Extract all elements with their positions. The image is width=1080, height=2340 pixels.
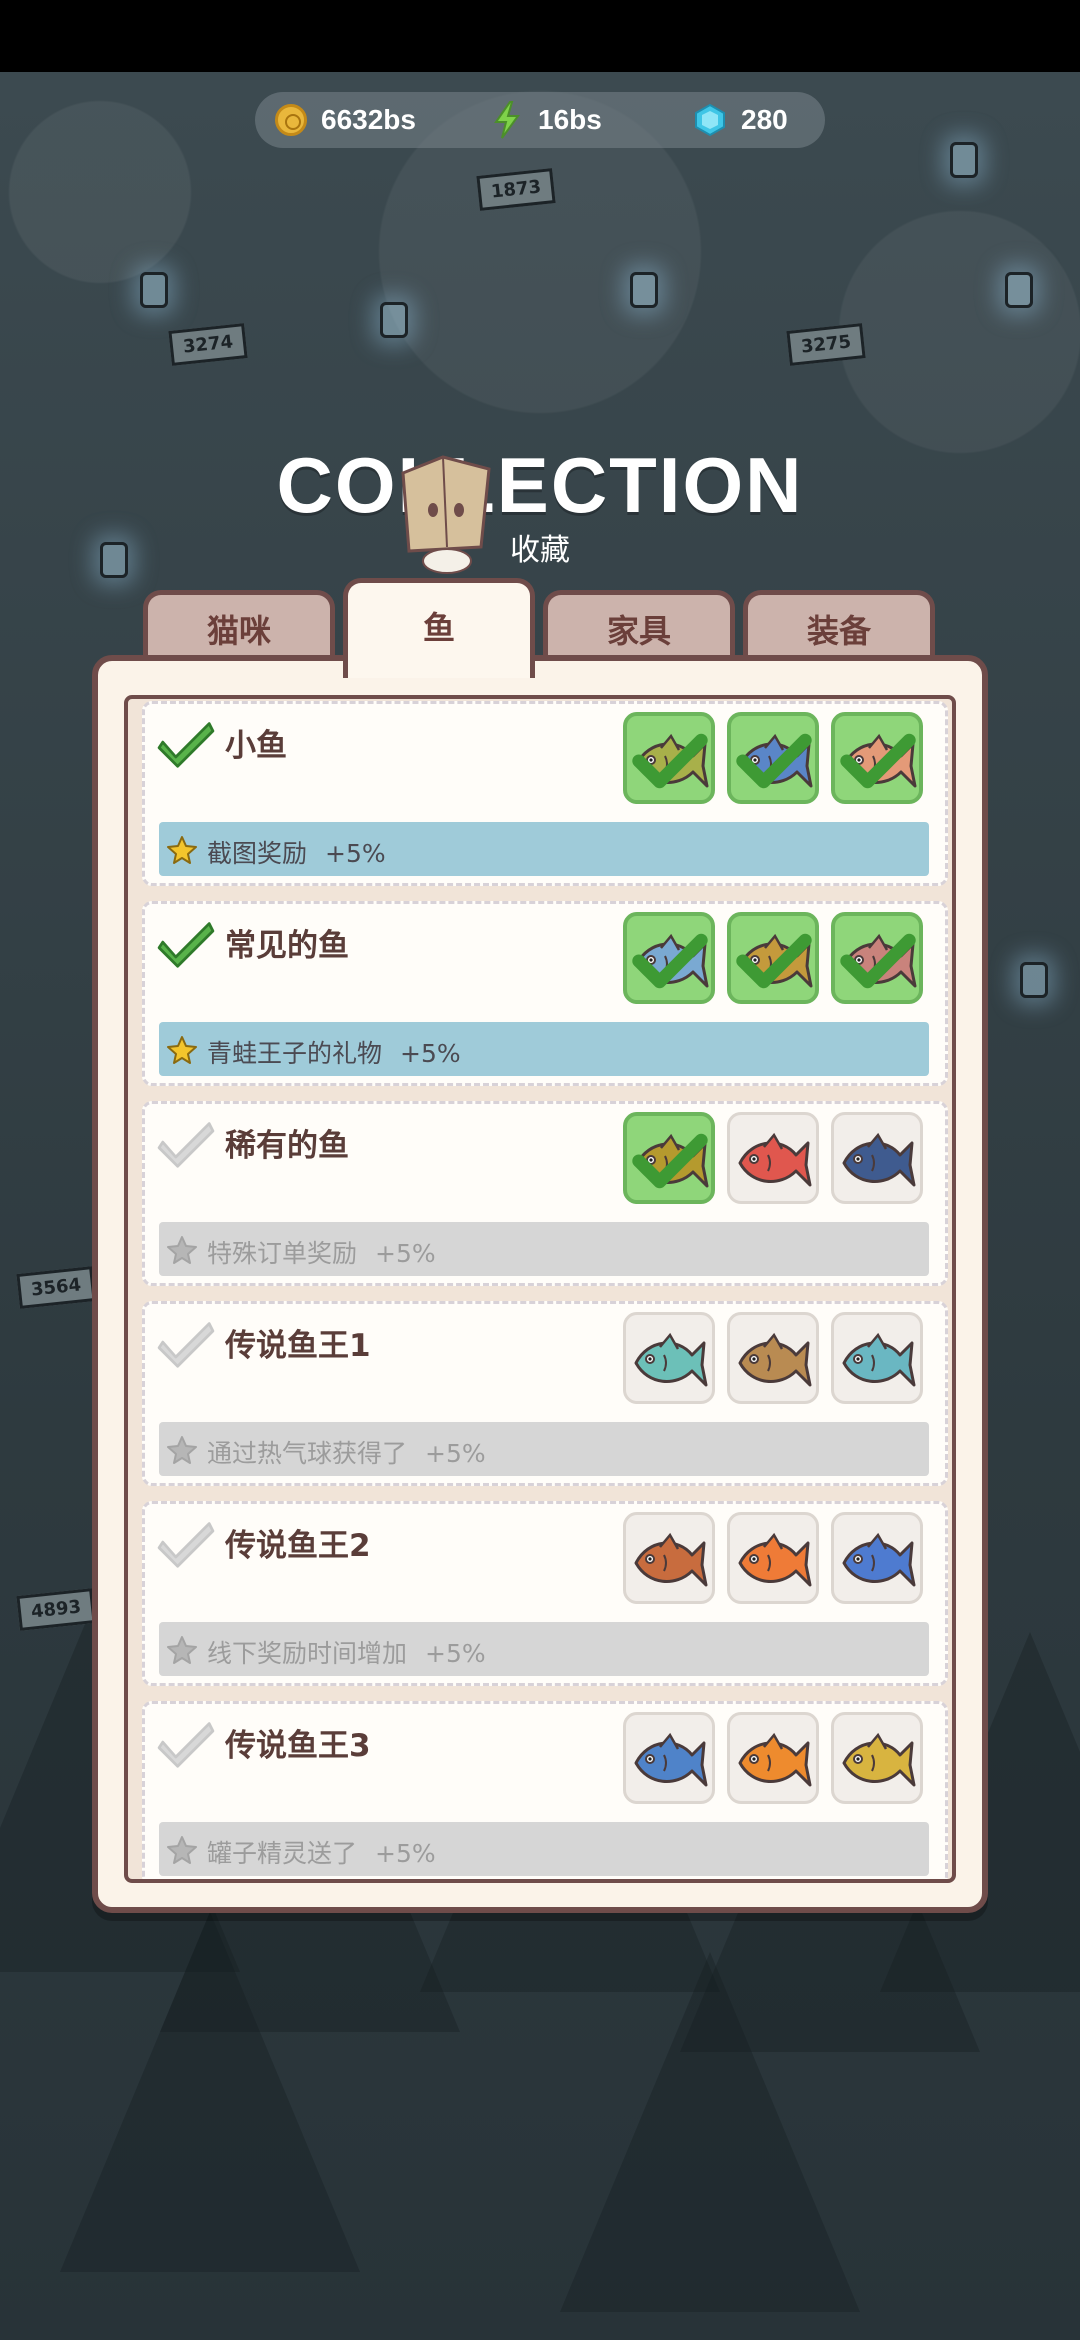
reward-label: 罐子精灵送了	[207, 1839, 358, 1868]
reward-bar: 通过热气球获得了 +5%	[159, 1422, 929, 1476]
fish-set-card: 传说鱼王1 通过热气球获得了 +5%	[142, 1301, 948, 1486]
reward-bar: 罐子精灵送了 +5%	[159, 1822, 929, 1876]
tab-fish[interactable]: 鱼	[343, 578, 535, 678]
reward-label: 青蛙王子的礼物	[207, 1039, 383, 1068]
fish-slot[interactable]	[727, 1512, 819, 1604]
collected-check-icon	[736, 933, 812, 989]
fish-set-title: 传说鱼王2	[225, 1528, 371, 1564]
star-icon	[167, 1436, 197, 1464]
collected-check-icon	[632, 933, 708, 989]
star-icon	[167, 1636, 197, 1664]
fish-slot[interactable]	[623, 1112, 715, 1204]
page-title: COLLECTION	[276, 441, 804, 529]
fish-set-card: 稀有的鱼特殊订单奖励 +5%	[142, 1101, 948, 1286]
reward-label: 特殊订单奖励	[207, 1239, 358, 1268]
energy-value: 16bs	[538, 104, 602, 135]
fish-set-title: 稀有的鱼	[225, 1128, 349, 1164]
reward-bonus: +5%	[425, 1439, 486, 1468]
reward-bonus: +5%	[375, 1239, 436, 1268]
star-icon	[167, 1236, 197, 1264]
gem-icon	[695, 103, 725, 137]
fish-slot[interactable]	[727, 1312, 819, 1404]
reward-text: 通过热气球获得了 +5%	[207, 1434, 486, 1470]
fish-slot[interactable]	[623, 712, 715, 804]
fish-set-card: 常见的鱼青蛙王子的礼物 +5%	[142, 901, 948, 1086]
resource-bar: 6632bs 16bs 280	[255, 92, 825, 148]
collected-check-icon	[840, 933, 916, 989]
fish-set-title: 常见的鱼	[225, 928, 349, 964]
reward-label: 线下奖励时间增加	[207, 1639, 408, 1668]
fish-set-card: 小鱼截图奖励 +5%	[142, 701, 948, 886]
collected-check-icon	[632, 733, 708, 789]
star-icon	[167, 1036, 197, 1064]
fish-slot[interactable]	[727, 912, 819, 1004]
fish-slot[interactable]	[831, 912, 923, 1004]
reward-bonus: +5%	[375, 1839, 436, 1868]
coin-counter: 6632bs	[275, 92, 416, 148]
fish-slot[interactable]	[623, 1312, 715, 1404]
reward-text: 青蛙王子的礼物 +5%	[207, 1034, 461, 1070]
star-icon	[167, 1836, 197, 1864]
fish-slot[interactable]	[831, 1712, 923, 1804]
fish-slot[interactable]	[727, 1712, 819, 1804]
reward-bonus: +5%	[325, 839, 386, 868]
energy-counter: 16bs	[490, 92, 602, 148]
coin-icon	[275, 104, 307, 136]
completed-check-icon	[157, 922, 215, 968]
lightning-icon	[494, 101, 520, 139]
reward-bonus: +5%	[425, 1639, 486, 1668]
completed-check-icon	[157, 722, 215, 768]
fish-slot[interactable]	[831, 1512, 923, 1604]
fish-set-card: 传说鱼王2 线下奖励时间增加 +5%	[142, 1501, 948, 1686]
star-icon	[167, 836, 197, 864]
fish-set-title: 传说鱼王1	[225, 1328, 371, 1364]
fish-slot[interactable]	[727, 1112, 819, 1204]
fish-slot[interactable]	[623, 1712, 715, 1804]
fish-set-title: 传说鱼王3	[225, 1728, 371, 1764]
fish-slot[interactable]	[831, 1112, 923, 1204]
fish-slot[interactable]	[623, 912, 715, 1004]
fish-slot[interactable]	[623, 1512, 715, 1604]
reward-bar: 特殊订单奖励 +5%	[159, 1222, 929, 1276]
collected-check-icon	[840, 733, 916, 789]
coin-value: 6632bs	[321, 104, 416, 135]
reward-text: 截图奖励 +5%	[207, 834, 386, 870]
fish-set-card: 传说鱼王3 罐子精灵送了 +5%	[142, 1701, 948, 1879]
collected-check-icon	[736, 733, 812, 789]
collection-panel: 小鱼 截图奖励 +5% 常见的鱼 青蛙王子的礼物 +5% 稀有的鱼 特殊订单奖励 +5% 传说鱼王…	[92, 655, 988, 1913]
incomplete-check-icon	[157, 1322, 215, 1368]
incomplete-check-icon	[157, 1722, 215, 1768]
reward-bar: 截图奖励 +5%	[159, 822, 929, 876]
reward-bonus: +5%	[400, 1039, 461, 1068]
collected-check-icon	[632, 1133, 708, 1189]
reward-label: 通过热气球获得了	[207, 1439, 408, 1468]
reward-text: 线下奖励时间增加 +5%	[207, 1634, 486, 1670]
reward-text: 罐子精灵送了 +5%	[207, 1834, 436, 1870]
gem-counter: 280	[693, 92, 788, 148]
fish-slot[interactable]	[831, 1312, 923, 1404]
reward-bar: 青蛙王子的礼物 +5%	[159, 1022, 929, 1076]
reward-label: 截图奖励	[207, 839, 308, 868]
reward-bar: 线下奖励时间增加 +5%	[159, 1622, 929, 1676]
fish-slot[interactable]	[831, 712, 923, 804]
fish-slot[interactable]	[727, 712, 819, 804]
incomplete-check-icon	[157, 1522, 215, 1568]
gem-value: 280	[741, 104, 788, 135]
status-bar	[0, 0, 1080, 72]
fish-collection-list[interactable]: 小鱼 截图奖励 +5% 常见的鱼 青蛙王子的礼物 +5% 稀有的鱼 特殊订单奖励 +5% 传说鱼王…	[124, 695, 956, 1883]
reward-text: 特殊订单奖励 +5%	[207, 1234, 436, 1270]
fish-set-title: 小鱼	[225, 728, 287, 764]
page-subtitle: 收藏	[510, 533, 570, 568]
incomplete-check-icon	[157, 1122, 215, 1168]
